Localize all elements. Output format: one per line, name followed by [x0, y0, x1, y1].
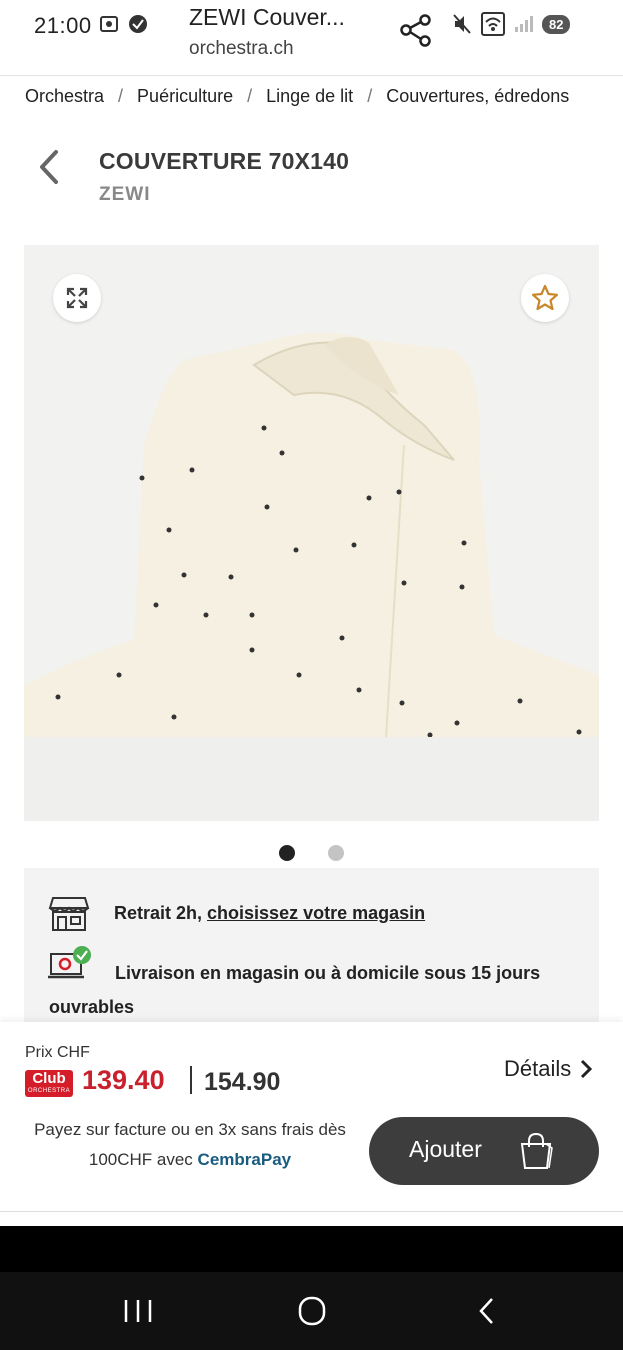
expand-image-button[interactable]	[53, 274, 101, 322]
share-icon	[400, 14, 431, 47]
expand-icon	[66, 287, 88, 309]
mute-icon	[453, 14, 471, 34]
delivery-text: Livraison en magasin ou à domicile sous …	[49, 963, 541, 1017]
recent-apps-icon[interactable]	[118, 1294, 158, 1328]
signal-icon	[515, 16, 533, 32]
club-price: 139.40	[82, 1065, 165, 1095]
breadcrumb-item[interactable]: Orchestra	[25, 86, 104, 107]
breadcrumb-item[interactable]: Puériculture	[137, 86, 233, 107]
breadcrumb-separator: /	[247, 86, 253, 106]
url-host[interactable]: orchestra.ch	[189, 38, 294, 60]
choose-store-link[interactable]: choisissez votre magasin	[207, 903, 425, 923]
page-tab-title[interactable]: ZEWI Couver...	[189, 4, 359, 31]
home-icon[interactable]	[292, 1294, 332, 1328]
breadcrumb: Orchestra / Puériculture / Linge de lit / Couv…	[25, 86, 623, 114]
status-icons-right: 82	[452, 10, 571, 38]
breadcrumb-item[interactable]: Linge de lit	[266, 86, 353, 107]
chevron-left-icon	[40, 150, 58, 184]
product-title: COUVERTURE 70X140	[99, 148, 350, 174]
availability-info: Retrait 2h, choisissez votre magasin Liv…	[24, 868, 599, 1022]
carousel-indicator	[0, 843, 623, 863]
share-button[interactable]	[398, 12, 434, 48]
screen-bottom-band	[0, 1226, 623, 1272]
shopping-bag-icon	[520, 1132, 553, 1169]
product-image	[24, 245, 599, 738]
back-nav-icon[interactable]	[468, 1294, 508, 1328]
cembrapay-link[interactable]: CembraPay	[198, 1150, 292, 1169]
pickup-text: Retrait 2h, choisissez votre magasin	[114, 903, 425, 924]
product-image-gallery[interactable]	[24, 245, 599, 821]
payment-text: Payez sur facture ou en 3x sans frais dè…	[34, 1120, 346, 1169]
price-label: Prix CHF	[25, 1044, 90, 1061]
chevron-right-icon	[581, 1059, 593, 1079]
breadcrumb-separator: /	[367, 86, 373, 106]
store-icon	[48, 897, 90, 931]
carousel-dot[interactable]	[328, 845, 344, 861]
screen-record-icon	[100, 16, 118, 32]
breadcrumb-item[interactable]: Couvertures, édredons	[386, 86, 569, 107]
details-link[interactable]: Détails	[504, 1056, 593, 1082]
price-divider	[190, 1066, 192, 1094]
price-bar: Prix CHF Club ORCHESTRA 139.40 154.90 Dé…	[0, 1022, 623, 1212]
add-to-cart-label: Ajouter	[409, 1136, 482, 1162]
club-badge-subtext: ORCHESTRA	[27, 1088, 71, 1094]
status-time: 21:00	[34, 13, 92, 38]
check-badge-icon	[129, 15, 147, 33]
add-to-cart-button[interactable]: Ajouter	[369, 1117, 599, 1185]
breadcrumb-separator: /	[118, 86, 124, 106]
browser-top-bar: 21:00 ZEWI Couver... orchestra.ch 82	[0, 0, 623, 76]
wifi-icon	[481, 12, 505, 36]
details-label: Détails	[504, 1056, 572, 1081]
favorite-button[interactable]	[521, 274, 569, 322]
product-brand[interactable]: ZEWI	[99, 184, 151, 206]
back-button[interactable]	[34, 148, 64, 186]
star-icon	[531, 284, 559, 311]
image-bottom-margin	[24, 737, 599, 821]
battery-indicator: 82	[542, 14, 571, 34]
pickup-row: Retrait 2h, choisissez votre magasin	[48, 894, 425, 932]
regular-price: 154.90	[204, 1068, 281, 1096]
pickup-prefix: Retrait 2h,	[114, 902, 208, 923]
club-badge-text: Club	[32, 1070, 66, 1087]
payment-info: Payez sur facture ou en 3x sans frais dè…	[20, 1115, 360, 1175]
system-navigation-bar	[0, 1272, 623, 1350]
club-badge: Club ORCHESTRA	[25, 1070, 73, 1097]
carousel-dot-active[interactable]	[279, 845, 295, 861]
status-icons-left	[100, 14, 148, 34]
